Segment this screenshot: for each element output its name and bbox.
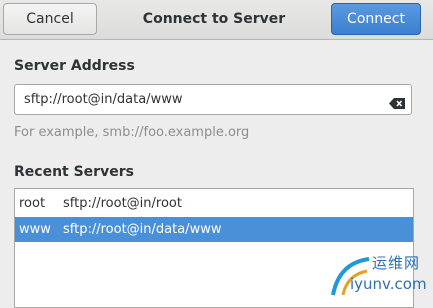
cancel-button[interactable]: Cancel [3, 3, 97, 35]
dialog-title: Connect to Server [142, 11, 286, 27]
server-name: www [19, 222, 51, 237]
recent-server-row[interactable]: root sftp://root@in/root [15, 191, 413, 216]
watermark-text: 运维网 [372, 254, 421, 272]
header-bar: Cancel Connect to Server Connect [0, 0, 433, 40]
server-address-value[interactable]: sftp://root@in/data/www [24, 85, 182, 114]
server-address-input[interactable]: sftp://root@in/data/www [14, 84, 412, 115]
server-url: sftp://root@in/data/www [63, 222, 222, 237]
recent-servers-label: Recent Servers [14, 164, 134, 180]
connect-button[interactable]: Connect [331, 3, 421, 35]
server-address-label: Server Address [14, 58, 135, 74]
example-hint: For example, smb://foo.example.org [14, 125, 250, 140]
clear-icon[interactable] [389, 94, 405, 109]
server-url: sftp://root@in/root [63, 196, 182, 211]
watermark-url: iyunv.com [350, 275, 427, 293]
recent-server-row-selected[interactable]: www sftp://root@in/data/www [15, 217, 413, 242]
server-name: root [19, 196, 46, 211]
